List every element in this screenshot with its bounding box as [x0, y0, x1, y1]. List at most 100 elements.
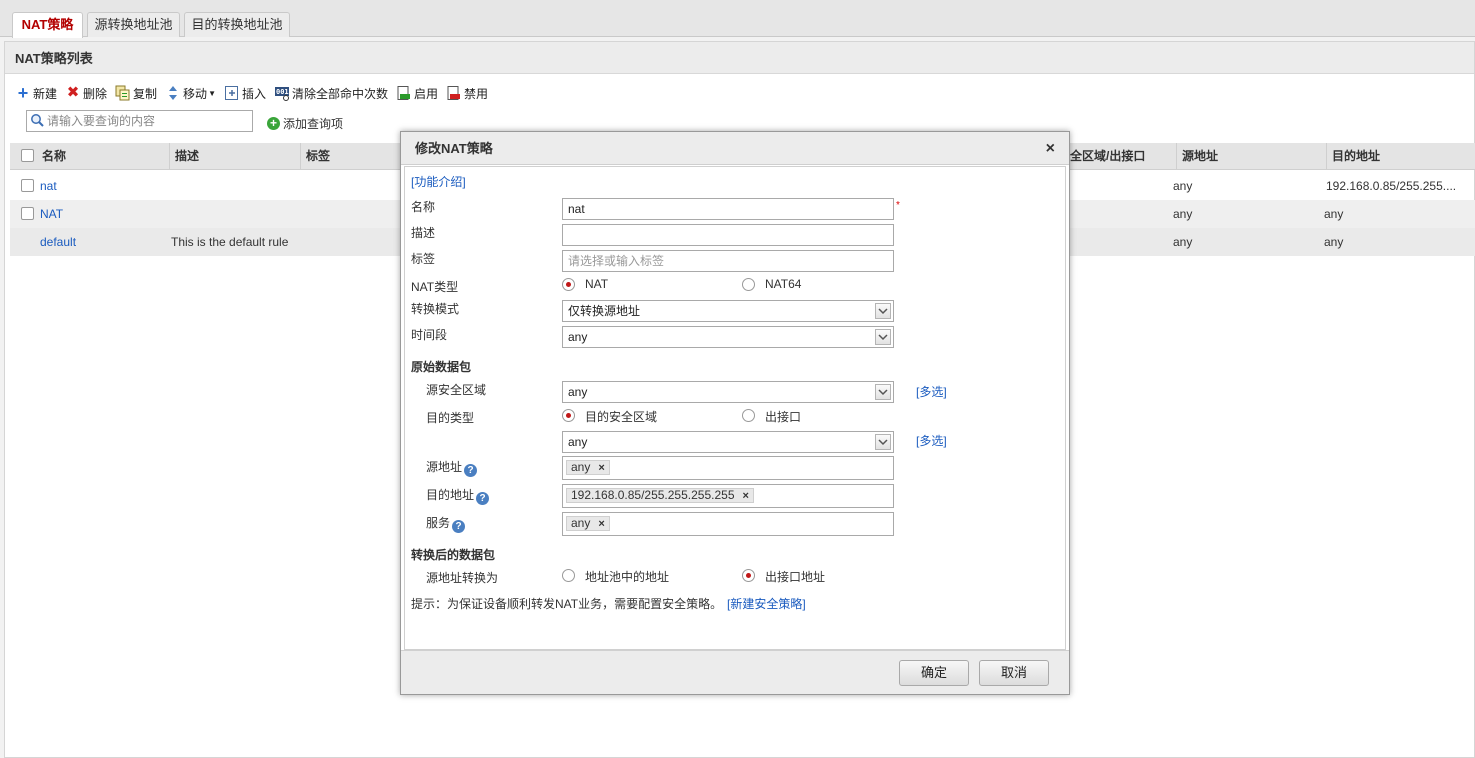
new-security-policy-link[interactable]: [新建安全策略] [727, 595, 806, 612]
dst-zone-value: any [568, 435, 588, 449]
mode-label: 转换模式 [411, 302, 460, 316]
plus-icon: + [17, 83, 29, 103]
edit-nat-policy-dialog: 修改NAT策略 × [功能介绍] 名称 nat * 描述 标签 请选择或输入标签… [400, 131, 1070, 695]
remove-tag-icon[interactable]: × [598, 518, 604, 530]
chevron-down-icon [875, 384, 891, 400]
chevron-down-icon [875, 329, 891, 345]
move-button-label: 移动 [183, 86, 208, 101]
copy-icon [115, 85, 131, 101]
cancel-button[interactable]: 取消 [979, 660, 1049, 686]
nat-type-nat-radio[interactable] [562, 278, 575, 291]
src-zone-multiselect-link[interactable]: [多选] [916, 383, 947, 400]
trans-iface-radio[interactable] [742, 569, 755, 582]
mode-select[interactable]: 仅转换源地址 [562, 300, 894, 322]
tab-dest-pool[interactable]: 目的转换地址池 [184, 12, 290, 37]
dst-type-zone-radio[interactable] [562, 409, 575, 422]
nat-type-nat64-label: NAT64 [765, 277, 802, 291]
ok-button[interactable]: 确定 [899, 660, 969, 686]
insert-button[interactable]: 插入 [224, 85, 266, 102]
trans-pool-radio[interactable] [562, 569, 575, 582]
counter-reset-icon: 001 [274, 85, 290, 101]
clear-hits-button-label: 清除全部命中次数 [292, 86, 389, 101]
desc-field[interactable] [562, 224, 894, 246]
nat-type-nat64-radio[interactable] [742, 278, 755, 291]
name-field[interactable]: nat [562, 198, 894, 220]
move-button[interactable]: 移动 ▼ [165, 85, 216, 102]
new-button[interactable]: + 新建 [15, 83, 57, 103]
dst-addr-field[interactable]: 192.168.0.85/255.255.255.255 × [562, 484, 894, 508]
src-addr-field[interactable]: any × [562, 456, 894, 480]
dialog-footer: 确定 取消 [401, 650, 1069, 694]
dst-type-iface-radio[interactable] [742, 409, 755, 422]
dst-addr-label: 目的地址? [426, 486, 490, 505]
feature-intro-link[interactable]: [功能介绍] [411, 173, 466, 190]
move-arrows-icon [165, 85, 181, 101]
desc-label: 描述 [411, 226, 436, 240]
col-name[interactable]: 名称 [37, 143, 66, 170]
src-addr-token: any × [566, 460, 610, 475]
service-field[interactable]: any × [562, 512, 894, 536]
service-token: any × [566, 516, 610, 531]
enable-button[interactable]: 启用 [396, 85, 438, 102]
add-query-button[interactable]: + 添加查询项 [267, 115, 343, 132]
time-select[interactable]: any [562, 326, 894, 348]
name-label: 名称 [411, 200, 436, 214]
col-zone-iface[interactable]: 全区域/出接口 [1060, 143, 1175, 170]
row-name[interactable]: NAT [40, 200, 63, 228]
col-dst-addr[interactable]: 目的地址 [1326, 143, 1475, 170]
trans-pool-label: 地址池中的地址 [585, 570, 670, 584]
remove-tag-icon[interactable]: × [743, 490, 749, 502]
tab-source-pool[interactable]: 源转换地址池 [87, 12, 180, 37]
src-zone-select[interactable]: any [562, 381, 894, 403]
dialog-header: 修改NAT策略 × [401, 132, 1069, 165]
time-value: any [568, 330, 588, 344]
src-trans-label: 源地址转换为 [426, 571, 499, 585]
required-asterisk: * [896, 200, 900, 211]
row-checkbox[interactable] [21, 207, 34, 220]
disable-icon [446, 85, 462, 101]
svg-text:001: 001 [276, 88, 289, 96]
dst-addr-token: 192.168.0.85/255.255.255.255 × [566, 488, 754, 503]
row-name[interactable]: default [40, 228, 76, 256]
select-all-checkbox[interactable] [21, 149, 34, 162]
row-src: any [1173, 235, 1193, 249]
tab-nat-policy[interactable]: NAT策略 [12, 12, 83, 38]
copy-button[interactable]: 复制 [115, 85, 157, 102]
panel-title: NAT策略列表 [5, 42, 1474, 74]
chevron-down-icon [875, 434, 891, 450]
col-src-addr[interactable]: 源地址 [1176, 143, 1218, 170]
hint-text: 提示：为保证设备顺利转发NAT业务，需要配置安全策略。 [411, 597, 723, 611]
enable-button-label: 启用 [414, 86, 439, 101]
col-desc[interactable]: 描述 [169, 143, 199, 170]
help-icon[interactable]: ? [452, 520, 466, 533]
delete-button[interactable]: ✖ 删除 [65, 85, 107, 102]
chevron-down-icon [875, 303, 891, 319]
src-zone-label: 源安全区域 [426, 383, 487, 397]
time-label: 时间段 [411, 328, 448, 342]
remove-tag-icon[interactable]: × [598, 462, 604, 474]
row-name[interactable]: nat [40, 172, 57, 200]
tag-label: 标签 [411, 252, 436, 266]
mode-value: 仅转换源地址 [568, 304, 641, 318]
dialog-title: 修改NAT策略 [415, 141, 493, 156]
help-icon[interactable]: ? [464, 464, 478, 477]
service-label: 服务? [426, 514, 466, 533]
tag-field[interactable]: 请选择或输入标签 [562, 250, 894, 272]
dst-zone-multiselect-link[interactable]: [多选] [916, 432, 947, 449]
search-input[interactable]: 请输入要查询的内容 [26, 110, 253, 132]
help-icon[interactable]: ? [476, 492, 490, 505]
original-packet-heading: 原始数据包 [411, 360, 472, 374]
dst-type-zone-label: 目的安全区域 [585, 410, 658, 424]
dst-zone-select[interactable]: any [562, 431, 894, 453]
translated-packet-heading: 转换后的数据包 [411, 548, 496, 562]
clear-hits-button[interactable]: 001 清除全部命中次数 [274, 85, 388, 102]
row-checkbox[interactable] [21, 179, 34, 192]
add-query-label: 添加查询项 [283, 117, 344, 131]
src-addr-label: 源地址? [426, 458, 478, 477]
disable-button[interactable]: 禁用 [446, 85, 488, 102]
dst-type-iface-label: 出接口 [765, 410, 802, 424]
search-icon [30, 113, 44, 127]
close-icon[interactable]: × [1046, 132, 1055, 165]
nat-type-label: NAT类型 [411, 280, 459, 294]
row-src: any [1173, 179, 1193, 193]
